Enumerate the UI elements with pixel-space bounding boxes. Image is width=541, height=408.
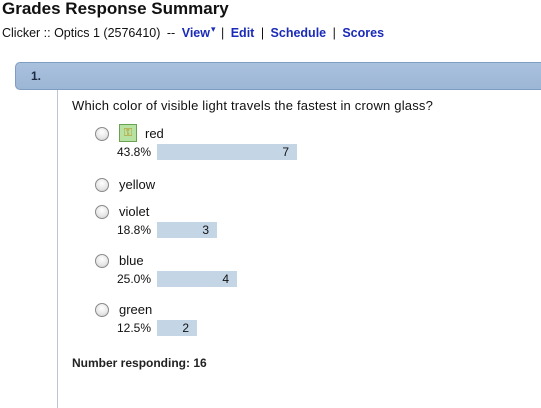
radio-button[interactable]: [95, 205, 109, 219]
schedule-link[interactable]: Schedule: [271, 26, 327, 40]
crumb-separator: --: [166, 26, 176, 40]
responding-count: Number responding: 16: [72, 356, 207, 370]
answer-label: red: [145, 126, 164, 141]
response-bar: 2: [157, 320, 197, 336]
breadcrumb: Clicker :: Optics 1 (2576410) -- View▾ |…: [2, 24, 384, 42]
link-divider: |: [332, 26, 336, 40]
answer-percent: 12.5%: [117, 321, 152, 335]
view-link[interactable]: View: [182, 26, 210, 40]
response-bar: 3: [157, 222, 217, 238]
edit-link[interactable]: Edit: [231, 26, 255, 40]
key-icon: ⚿: [119, 124, 137, 142]
view-dropdown-icon[interactable]: ▾: [211, 24, 216, 34]
radio-button[interactable]: [95, 178, 109, 192]
response-count: 4: [222, 272, 229, 286]
answer-label: violet: [119, 204, 150, 219]
scores-link[interactable]: Scores: [342, 26, 384, 40]
radio-button[interactable]: [95, 254, 109, 268]
response-bar: 7: [157, 144, 297, 160]
question-text: Which color of visible light travels the…: [72, 98, 434, 113]
response-count: 2: [182, 321, 189, 335]
course-crumb: Clicker :: Optics 1 (2576410): [2, 26, 161, 40]
view-menu[interactable]: View▾: [182, 24, 218, 40]
response-bar: 4: [157, 271, 237, 287]
response-count: 3: [202, 223, 209, 237]
radio-button[interactable]: [95, 303, 109, 317]
link-divider: |: [220, 26, 225, 40]
link-divider: |: [260, 26, 265, 40]
question-number: 1.: [31, 69, 42, 83]
answer-percent: 43.8%: [117, 145, 152, 159]
answer-label: yellow: [119, 177, 156, 192]
answer-percent: 18.8%: [117, 223, 152, 237]
answer-percent: 25.0%: [117, 272, 152, 286]
answer-label: blue: [119, 253, 144, 268]
response-count: 7: [282, 145, 289, 159]
page-title: Grades Response Summary: [2, 0, 229, 18]
answer-label: green: [119, 302, 153, 317]
question-header[interactable]: 1. -: [15, 62, 541, 90]
radio-button[interactable]: [95, 127, 109, 141]
